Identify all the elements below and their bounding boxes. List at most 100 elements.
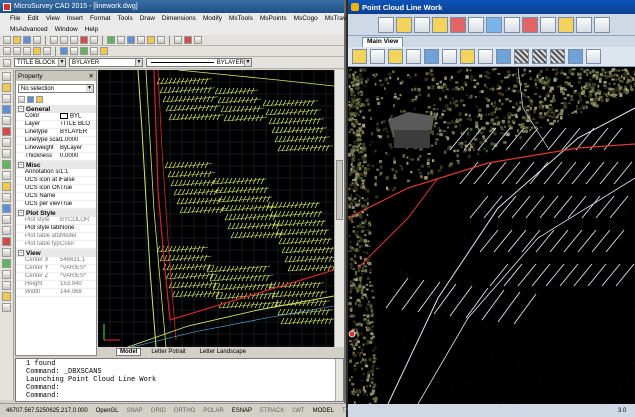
layer-manager-icon[interactable] bbox=[60, 47, 68, 55]
zoom-icon[interactable] bbox=[117, 36, 125, 44]
menu-item-dimensions[interactable]: Dimensions bbox=[162, 15, 196, 22]
property-row[interactable]: Layer TITLE BLO bbox=[16, 121, 96, 129]
home-view-icon[interactable] bbox=[352, 49, 367, 64]
open-folder-icon[interactable] bbox=[13, 36, 21, 44]
pc-title-bar[interactable]: Point Cloud Line Work bbox=[348, 0, 635, 14]
property-row[interactable]: Plot style tableNone bbox=[16, 225, 96, 233]
menu-item-format[interactable]: Format bbox=[90, 15, 111, 22]
fit-line-icon[interactable] bbox=[450, 16, 466, 33]
ray-icon[interactable] bbox=[2, 94, 11, 103]
status-toggle-opengl[interactable]: OpenGL bbox=[94, 408, 121, 414]
menu-item-file[interactable]: File bbox=[10, 15, 20, 22]
spline-icon[interactable] bbox=[2, 160, 11, 169]
layer-lock-icon[interactable] bbox=[100, 47, 108, 55]
zoom-window-icon[interactable] bbox=[127, 36, 135, 44]
menu-item-mscogo[interactable]: MsCogo bbox=[294, 15, 318, 22]
properties-icon[interactable] bbox=[147, 36, 155, 44]
collapse-icon[interactable]: − bbox=[18, 210, 24, 216]
property-row[interactable]: Center Z *VARIES* bbox=[16, 273, 96, 281]
eye-icon[interactable] bbox=[406, 49, 421, 64]
layers-icon[interactable] bbox=[157, 36, 165, 44]
circle-tool-icon[interactable] bbox=[23, 47, 31, 55]
layout-tab[interactable]: Letter Landscape bbox=[196, 348, 250, 356]
linetype-combo[interactable]: BYLAYER ▼ bbox=[69, 58, 143, 67]
property-row[interactable]: UCS icon at origiFalse bbox=[16, 177, 96, 185]
property-row[interactable]: UCS Name bbox=[16, 193, 96, 201]
line-tool-icon[interactable] bbox=[3, 47, 11, 55]
status-toggle-model[interactable]: MODEL bbox=[311, 408, 336, 414]
status-toggle-grid[interactable]: GRID bbox=[149, 408, 168, 414]
slice-box-icon[interactable] bbox=[550, 49, 565, 64]
grid-icon[interactable] bbox=[558, 16, 574, 33]
pan-icon[interactable] bbox=[370, 49, 385, 64]
scrollbar-thumb[interactable] bbox=[336, 160, 343, 220]
info-icon[interactable] bbox=[594, 16, 610, 33]
insert-block-icon[interactable] bbox=[2, 182, 11, 191]
select-icon[interactable] bbox=[2, 72, 11, 81]
menu-item-msadvanced[interactable]: MsAdvanced bbox=[10, 26, 48, 33]
property-row[interactable]: Linetype scale 1.0000 bbox=[16, 137, 96, 145]
filter-icon[interactable] bbox=[424, 49, 439, 64]
cad-title-bar[interactable]: MicroSurvey CAD 2015 - [linework.dwg] bbox=[0, 0, 344, 13]
point-icon[interactable] bbox=[184, 36, 192, 44]
menu-item-mspoints[interactable]: MsPoints bbox=[260, 15, 287, 22]
trim-icon[interactable] bbox=[2, 303, 11, 312]
status-toggle-snap[interactable]: SNAP bbox=[124, 408, 144, 414]
collapse-icon[interactable]: − bbox=[18, 162, 24, 168]
property-row[interactable]: Lineweight ByLayer bbox=[16, 145, 96, 153]
status-toggle-esnap[interactable]: ESNAP bbox=[230, 408, 254, 414]
chevron-down-icon[interactable]: ▼ bbox=[135, 59, 142, 66]
property-section-general[interactable]: − General bbox=[16, 105, 96, 113]
lock-icon[interactable] bbox=[460, 49, 475, 64]
property-row[interactable]: Center X 546631.1 bbox=[16, 257, 96, 265]
text-icon[interactable] bbox=[2, 237, 11, 246]
point-tool-icon[interactable] bbox=[2, 193, 11, 202]
menu-item-view[interactable]: View bbox=[46, 15, 60, 22]
ellipse-icon[interactable] bbox=[2, 171, 11, 180]
undo-icon[interactable] bbox=[378, 16, 394, 33]
print-icon[interactable] bbox=[33, 36, 41, 44]
screenshot-icon[interactable] bbox=[586, 49, 601, 64]
property-row[interactable]: Thickness 0.0000 bbox=[16, 153, 96, 161]
save-icon[interactable] bbox=[23, 36, 31, 44]
circle-icon[interactable] bbox=[2, 149, 11, 158]
undo-icon[interactable] bbox=[80, 36, 88, 44]
command-scrollbar[interactable] bbox=[335, 359, 343, 401]
property-row[interactable]: Width 144.068 bbox=[16, 289, 96, 297]
select-objects-icon[interactable] bbox=[27, 96, 34, 103]
section-icon[interactable] bbox=[486, 16, 502, 33]
property-row[interactable]: Linetype BYLAYER bbox=[16, 129, 96, 137]
polyline-tool-icon[interactable] bbox=[13, 47, 21, 55]
point-cloud-viewport[interactable] bbox=[348, 68, 635, 404]
region-icon[interactable] bbox=[2, 215, 11, 224]
table-icon[interactable] bbox=[2, 226, 11, 235]
layout-tab[interactable]: Model bbox=[116, 348, 142, 356]
slice-icon[interactable] bbox=[504, 16, 520, 33]
arc-tool-icon[interactable] bbox=[33, 47, 41, 55]
rectangle-tool-icon[interactable] bbox=[43, 47, 51, 55]
polyline-icon[interactable] bbox=[2, 105, 11, 114]
new-file-icon[interactable] bbox=[3, 36, 11, 44]
layer-combo[interactable]: TITLE BLOCK ▼ bbox=[14, 58, 66, 67]
property-row[interactable]: Annotation scale1:1 bbox=[16, 169, 96, 177]
rotate-icon[interactable] bbox=[2, 281, 11, 290]
collapse-icon[interactable]: − bbox=[18, 250, 24, 256]
scan-icon[interactable] bbox=[442, 49, 457, 64]
arc-icon[interactable] bbox=[2, 138, 11, 147]
status-toggle-ortho[interactable]: ORTHO bbox=[172, 408, 198, 414]
pick-icon[interactable] bbox=[414, 16, 430, 33]
pc-settings-icon[interactable] bbox=[576, 16, 592, 33]
menu-item-mstools[interactable]: MsTools bbox=[229, 15, 253, 22]
copy-icon[interactable] bbox=[60, 36, 68, 44]
cad-drawing-canvas[interactable] bbox=[98, 70, 334, 347]
selection-dropdown[interactable]: No selection ▼ bbox=[18, 84, 94, 93]
cut-icon[interactable] bbox=[50, 36, 58, 44]
collapse-icon[interactable]: − bbox=[18, 106, 24, 112]
property-row[interactable]: Height 153.940 bbox=[16, 281, 96, 289]
tab-main-view[interactable]: Main View bbox=[362, 37, 404, 47]
limit-box-icon[interactable] bbox=[532, 49, 547, 64]
menu-item-window[interactable]: Window bbox=[55, 26, 78, 33]
chevron-down-icon[interactable]: ▼ bbox=[86, 85, 93, 92]
menu-item-tools[interactable]: Tools bbox=[118, 15, 133, 22]
property-row[interactable]: Plot table attachModel bbox=[16, 233, 96, 241]
